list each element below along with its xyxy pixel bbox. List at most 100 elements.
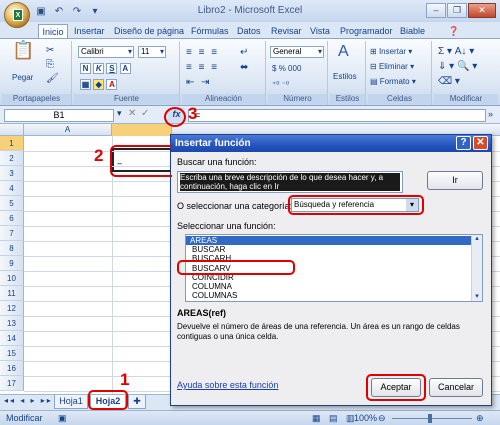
cut-icon[interactable]: ✂ xyxy=(46,45,54,56)
row-header-16[interactable]: 16 xyxy=(0,361,24,376)
macro-record-icon[interactable]: ▣ xyxy=(58,413,67,424)
dialog-close-icon[interactable]: ✕ xyxy=(473,136,488,150)
row-header-3[interactable]: 3 xyxy=(0,166,24,181)
borders-icon[interactable]: ▦ xyxy=(80,79,91,91)
font-color-icon[interactable]: A xyxy=(106,79,118,91)
row-header-5[interactable]: 5 xyxy=(0,196,24,211)
help-icon[interactable]: ❓ xyxy=(448,24,459,38)
row-header-13[interactable]: 13 xyxy=(0,316,24,331)
sheet-tab-hoja1[interactable]: Hoja1 xyxy=(54,395,88,409)
office-button[interactable]: X xyxy=(4,2,30,28)
tab-insertar[interactable]: Insertar xyxy=(74,24,105,38)
tab-diseno-pagina[interactable]: Diseño de página xyxy=(114,24,184,38)
sheet-nav-icons[interactable]: ◂◂ ◂ ▸ ▸▸ xyxy=(4,396,53,405)
find-icon[interactable]: 🔍 ▾ xyxy=(457,61,477,72)
save-icon[interactable]: ▣ xyxy=(34,5,48,18)
undo-icon[interactable]: ↶ xyxy=(52,5,66,18)
function-list-scrollbar[interactable]: ▴ ▾ xyxy=(471,235,482,301)
row-header-15[interactable]: 15 xyxy=(0,346,24,361)
number-format-select[interactable]: General xyxy=(270,46,324,58)
help-link[interactable]: Ayuda sobre esta función xyxy=(177,380,278,390)
column-header-b[interactable] xyxy=(112,124,172,136)
format-cells-button[interactable]: Formato xyxy=(380,77,410,86)
help-icon[interactable]: ? xyxy=(456,136,471,150)
row-header-17[interactable]: 17 xyxy=(0,376,24,391)
function-item-columnas[interactable]: COLUMNAS xyxy=(192,291,237,300)
new-sheet-icon[interactable]: ✚ xyxy=(128,395,146,409)
styles-button[interactable]: Estilos xyxy=(333,71,357,82)
tab-formulas[interactable]: Fórmulas xyxy=(191,24,229,38)
row-header-11[interactable]: 11 xyxy=(0,286,24,301)
enter-entry-icon[interactable]: ✓ xyxy=(141,108,149,119)
indent-icons[interactable]: ⇤ ⇥ xyxy=(186,77,212,88)
tab-vista[interactable]: Vista xyxy=(310,24,330,38)
bold-button[interactable]: N xyxy=(80,63,91,75)
thousands-button[interactable]: 000 xyxy=(288,64,301,73)
function-item-buscar[interactable]: BUSCAR xyxy=(192,245,225,254)
row-header-9[interactable]: 9 xyxy=(0,256,24,271)
zoom-out-icon[interactable]: ⊖ xyxy=(378,413,386,424)
fill-color-icon[interactable]: ◆ xyxy=(93,79,105,91)
row-header-6[interactable]: 6 xyxy=(0,211,24,226)
percent-button[interactable]: % xyxy=(279,64,286,73)
fill-icon[interactable]: ⇓ ▾ 🔍 ▾ xyxy=(438,61,477,72)
cancel-entry-icon[interactable]: ✕ xyxy=(128,108,136,119)
wrap-text-icon[interactable]: ↵ xyxy=(240,47,248,58)
styles-icon[interactable]: A xyxy=(338,44,349,60)
name-box[interactable]: B1 xyxy=(4,109,114,122)
row-header-10[interactable]: 10 xyxy=(0,271,24,286)
select-all-corner[interactable] xyxy=(0,124,24,136)
scroll-up-icon[interactable]: ▴ xyxy=(472,235,482,243)
merge-cells-icon[interactable]: ⬌ xyxy=(240,62,248,73)
expand-formula-icon[interactable]: » xyxy=(488,109,493,119)
autosum-icon[interactable]: Σ ▾ A↓ ▾ xyxy=(438,46,474,57)
align-top-icons[interactable]: ≡ ≡ ≡ xyxy=(186,47,219,58)
formula-input[interactable]: = xyxy=(188,109,486,122)
row-header-1[interactable]: 1 xyxy=(0,136,24,151)
scroll-down-icon[interactable]: ▾ xyxy=(472,293,482,301)
view-buttons[interactable]: ▦ ▤ ▥ xyxy=(312,413,358,424)
go-button[interactable]: Ir xyxy=(427,171,483,190)
align-left-icons[interactable]: ≡ ≡ ≡ xyxy=(186,62,219,73)
tab-programador[interactable]: Programador xyxy=(340,24,393,38)
function-item-areas[interactable]: AREAS xyxy=(186,236,472,245)
function-item-columna[interactable]: COLUMNA xyxy=(192,282,232,291)
customize-icon[interactable]: ▾ xyxy=(88,5,102,18)
grow-font-icon[interactable]: A xyxy=(119,63,131,75)
zoom-slider-thumb[interactable] xyxy=(428,414,432,423)
clear-icon[interactable]: ⌫ ▾ xyxy=(438,76,460,87)
restore-button[interactable]: ❐ xyxy=(447,3,467,18)
redo-icon[interactable]: ↷ xyxy=(70,5,84,18)
format-painter-icon[interactable]: 🖌 xyxy=(46,73,59,84)
currency-button[interactable]: $ xyxy=(272,64,276,73)
font-name-select[interactable]: Calibri xyxy=(78,46,134,58)
minimize-button[interactable]: – xyxy=(426,3,446,18)
search-field[interactable]: Escriba una breve descripción de lo que … xyxy=(177,171,403,193)
paste-button[interactable]: Pegar xyxy=(12,72,33,83)
tab-datos[interactable]: Datos xyxy=(237,24,261,38)
row-header-14[interactable]: 14 xyxy=(0,331,24,346)
cancel-button[interactable]: Cancelar xyxy=(429,378,483,397)
tab-biable[interactable]: Biable xyxy=(400,24,425,38)
row-header-8[interactable]: 8 xyxy=(0,241,24,256)
zoom-in-icon[interactable]: ⊕ xyxy=(476,413,484,424)
delete-cells-button[interactable]: Eliminar xyxy=(379,62,408,71)
namebox-dropdown-icon[interactable]: ▾ xyxy=(117,108,122,119)
italic-button[interactable]: K xyxy=(93,63,105,75)
row-header-2[interactable]: 2 xyxy=(0,151,24,166)
zoom-level[interactable]: 100% xyxy=(354,413,377,423)
tab-inicio[interactable]: Inicio xyxy=(38,24,68,39)
zoom-slider[interactable] xyxy=(392,418,472,419)
sort-filter-icon[interactable]: A↓ ▾ xyxy=(455,46,474,57)
underline-button[interactable]: S xyxy=(106,63,118,75)
font-size-select[interactable]: 11 xyxy=(138,46,166,58)
row-header-4[interactable]: 4 xyxy=(0,181,24,196)
paste-icon[interactable]: 📋 xyxy=(12,41,34,59)
decimal-icons[interactable]: ⁺⁰ ⁻⁰ xyxy=(272,79,289,90)
copy-icon[interactable]: ⎘ xyxy=(46,59,54,70)
row-header-12[interactable]: 12 xyxy=(0,301,24,316)
column-header-a[interactable]: A xyxy=(24,124,112,136)
row-header-7[interactable]: 7 xyxy=(0,226,24,241)
tab-revisar[interactable]: Revisar xyxy=(271,24,302,38)
close-button[interactable]: ✕ xyxy=(468,3,496,18)
